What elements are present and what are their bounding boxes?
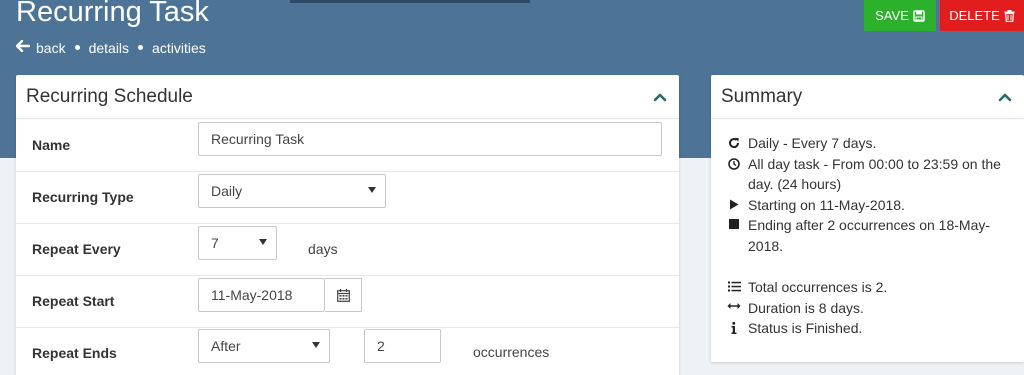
info-icon <box>727 318 741 334</box>
repeat-ends-select[interactable]: After <box>198 329 330 363</box>
play-icon <box>727 195 741 210</box>
details-link[interactable]: details <box>89 40 129 56</box>
calendar-button[interactable] <box>325 278 362 312</box>
caret-down-icon <box>259 239 267 245</box>
summary-line: Status is Finished. <box>727 318 1008 339</box>
recurring-type-select[interactable]: Daily <box>198 174 386 208</box>
summary-card: Summary Daily - Every 7 days. All day ta… <box>711 75 1024 362</box>
form-row-recurring-type: Recurring Type Daily <box>16 172 679 224</box>
card-title: Recurring Schedule <box>26 85 193 107</box>
summary-body: Daily - Every 7 days. All day task - Fro… <box>711 119 1024 339</box>
calendar-icon <box>336 288 350 302</box>
summary-text: Ending after 2 occurrences on 18-May-201… <box>748 217 991 254</box>
summary-text: Starting on 11-May-2018. <box>748 196 905 213</box>
repeat-every-select[interactable]: 7 <box>198 226 277 260</box>
summary-title: Summary <box>721 85 803 107</box>
repeat-start-input[interactable]: 11-May-2018 <box>198 278 325 312</box>
days-unit: days <box>308 241 338 257</box>
occurrences-unit: occurrences <box>473 344 550 360</box>
repeat-ends-value: After <box>211 338 241 354</box>
repeat-every-label: Repeat Every <box>32 241 121 257</box>
bullet-separator <box>74 45 80 50</box>
clock-icon <box>727 154 741 170</box>
recurring-type-value: Daily <box>211 183 243 199</box>
summary-text: Status is Finished. <box>748 320 863 336</box>
arrows-h-icon <box>727 298 741 310</box>
name-label: Name <box>32 137 71 153</box>
repeat-start-label: Repeat Start <box>32 293 115 309</box>
recurring-schedule-card: Recurring Schedule Name Recurring Task R… <box>16 75 679 375</box>
summary-line: Ending after 2 occurrences on 18-May-201… <box>727 215 1008 256</box>
summary-header: Summary <box>711 75 1024 119</box>
delete-button[interactable]: DELETE <box>940 0 1024 31</box>
summary-line: Daily - Every 7 days. <box>727 133 1008 154</box>
recurring-type-label: Recurring Type <box>32 189 134 205</box>
summary-text: Total occurrences is 2. <box>748 279 888 295</box>
card-header: Recurring Schedule <box>16 75 679 119</box>
summary-line: Duration is 8 days. <box>727 298 1008 319</box>
refresh-icon <box>727 133 741 149</box>
form-row-repeat-every: Repeat Every 7 days <box>16 224 679 276</box>
activities-link[interactable]: activities <box>152 40 206 56</box>
save-button[interactable]: SAVE <box>864 0 936 31</box>
bullet-separator <box>138 45 144 50</box>
delete-label: DELETE <box>949 8 1000 23</box>
back-link[interactable]: back <box>36 40 66 56</box>
chevron-up-icon[interactable] <box>998 92 1012 102</box>
form-row-repeat-start: Repeat Start 11-May-2018 <box>16 276 679 328</box>
trash-icon <box>1004 9 1015 22</box>
save-label: SAVE <box>875 8 909 23</box>
breadcrumb-nav: back details activities <box>15 39 206 56</box>
repeat-every-value: 7 <box>211 235 219 251</box>
repeat-ends-label: Repeat Ends <box>32 345 117 361</box>
occurrences-input[interactable]: 2 <box>364 329 441 363</box>
arrow-left-icon[interactable] <box>15 39 31 56</box>
caret-down-icon <box>312 342 320 348</box>
stop-icon <box>727 215 741 229</box>
page-title: Recurring Task <box>16 0 209 28</box>
chevron-up-icon[interactable] <box>653 92 667 102</box>
form-row-name: Name Recurring Task <box>16 120 679 172</box>
summary-text: Duration is 8 days. <box>748 299 864 316</box>
summary-line: Total occurrences is 2. <box>727 277 1008 298</box>
summary-line: All day task - From 00:00 to 23:59 on th… <box>727 154 1008 195</box>
summary-text: All day task - From 00:00 to 23:59 on th… <box>748 155 1001 193</box>
form-row-repeat-ends: Repeat Ends After 2 occurrences <box>16 328 679 375</box>
name-input[interactable]: Recurring Task <box>198 122 662 156</box>
summary-text: Daily - Every 7 days. <box>748 135 877 151</box>
caret-down-icon <box>368 187 376 193</box>
floppy-icon <box>913 9 925 22</box>
list-icon <box>727 277 741 292</box>
summary-line: Starting on 11-May-2018. <box>727 195 1008 216</box>
top-strip <box>290 0 530 3</box>
